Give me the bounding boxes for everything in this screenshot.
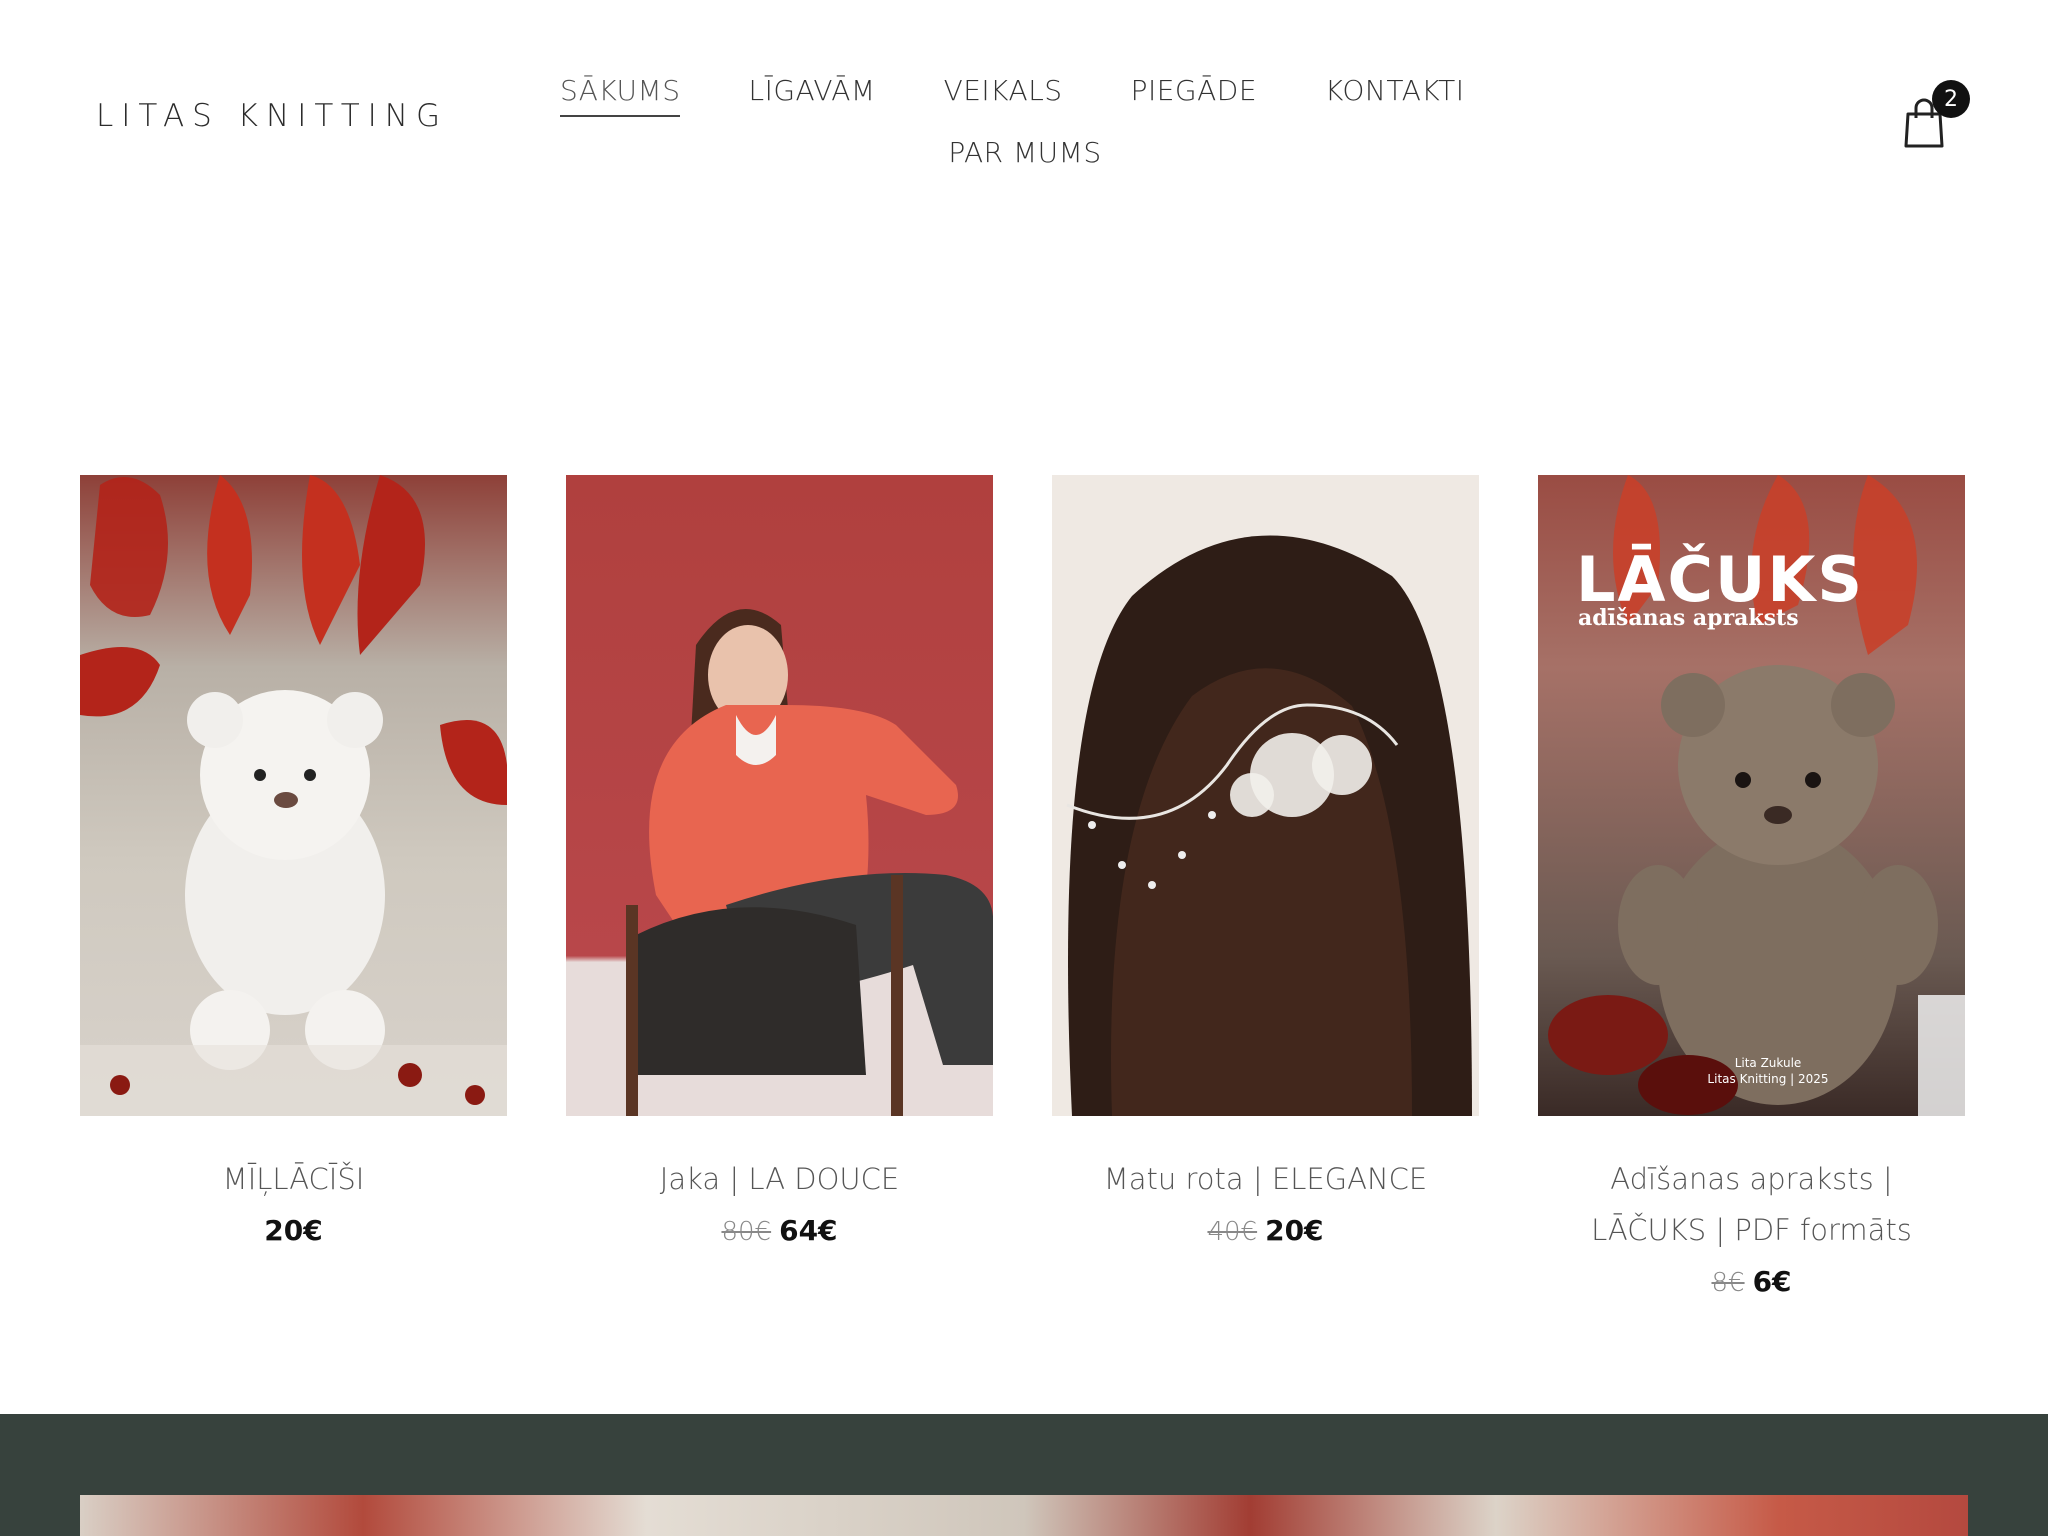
old-price: 8€ — [1711, 1268, 1745, 1298]
nav-item-ligavam[interactable]: LĪGAVĀM — [748, 74, 875, 117]
site-logo[interactable]: LITAS KNITTING — [96, 98, 448, 134]
product-title[interactable]: MĪĻLĀCĪŠI — [223, 1154, 365, 1205]
product-price: 80€ 64€ — [721, 1209, 837, 1254]
cover-credit-brand: Litas Knitting | 2025 — [1707, 1072, 1829, 1086]
cover-subtitle: adīšanas apraksts — [1578, 605, 1799, 631]
current-price: 64€ — [779, 1214, 838, 1247]
cover-credit: Lita Zukule Litas Knitting | 2025 — [1688, 1055, 1848, 1087]
old-price: 40€ — [1207, 1217, 1258, 1247]
current-price: 6€ — [1752, 1265, 1792, 1298]
product-title[interactable]: Adīšanas apraksts | LĀČUKS | PDF formāts — [1591, 1154, 1912, 1256]
product-card[interactable]: MĪĻLĀCĪŠI 20€ — [80, 475, 507, 1305]
nav-item-kontakti[interactable]: KONTAKTI — [1325, 74, 1464, 117]
product-image-hair-piece[interactable] — [1052, 475, 1479, 1116]
product-title[interactable]: Jaka | LA DOUCE — [660, 1154, 899, 1205]
cover-credit-author: Lita Zukule — [1734, 1056, 1802, 1070]
old-price: 80€ — [721, 1217, 772, 1247]
featured-banner-image[interactable] — [80, 1495, 1968, 1536]
product-price: 40€ 20€ — [1207, 1209, 1323, 1254]
nav-item-piegade[interactable]: PIEGĀDE — [1131, 74, 1257, 117]
main-nav: SĀKUMS LĪGAVĀM VEIKALS PIEGĀDE KONTAKTI … — [560, 74, 1490, 179]
product-title[interactable]: Matu rota | ELEGANCE — [1104, 1154, 1428, 1205]
product-grid: MĪĻLĀCĪŠI 20€ Jaka | LA DOUCE 80€ 64€ Ma… — [80, 475, 1968, 1305]
product-price: 8€ 6€ — [1711, 1260, 1791, 1305]
nav-item-sakums[interactable]: SĀKUMS — [560, 74, 681, 117]
product-title-line[interactable]: LĀČUKS | PDF formāts — [1591, 1205, 1912, 1256]
product-card[interactable]: Matu rota | ELEGANCE 40€ 20€ — [1052, 475, 1479, 1305]
product-image-white-bear[interactable] — [80, 475, 507, 1116]
product-image-cardigan[interactable] — [566, 475, 993, 1116]
product-image-pattern-cover[interactable]: LĀČUKS adīšanas apraksts Lita Zukule Lit… — [1538, 475, 1965, 1116]
current-price: 20€ — [264, 1214, 323, 1247]
product-card[interactable]: Jaka | LA DOUCE 80€ 64€ — [566, 475, 993, 1305]
nav-item-veikals[interactable]: VEIKALS — [944, 74, 1063, 117]
product-title-line[interactable]: Adīšanas apraksts | — [1591, 1154, 1912, 1205]
current-price: 20€ — [1265, 1214, 1324, 1247]
product-price: 20€ — [264, 1209, 322, 1253]
cart-count-badge: 2 — [1932, 80, 1970, 118]
nav-item-par-mums[interactable]: PAR MUMS — [948, 136, 1101, 179]
product-card[interactable]: LĀČUKS adīšanas apraksts Lita Zukule Lit… — [1538, 475, 1965, 1305]
